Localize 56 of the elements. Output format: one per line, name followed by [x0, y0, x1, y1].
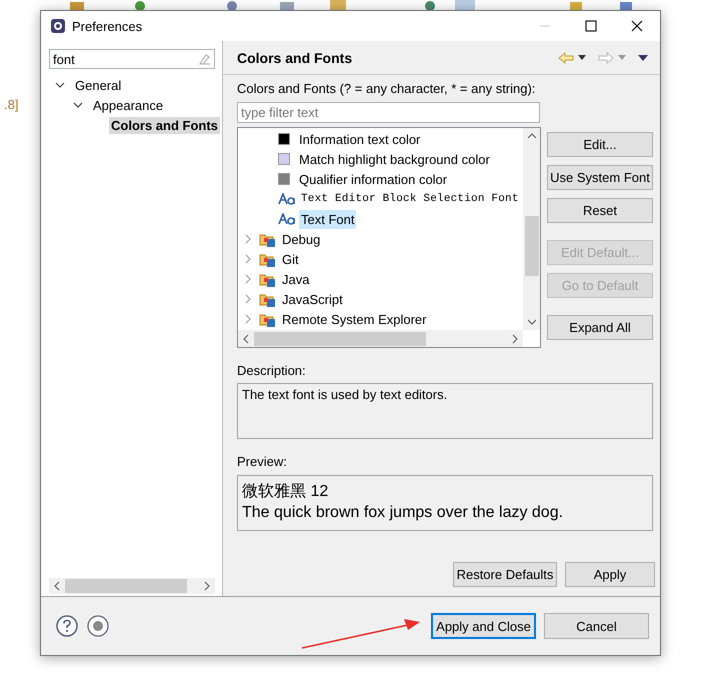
folder-icon — [259, 232, 276, 246]
folder-icon — [259, 312, 276, 326]
scrollbar-thumb[interactable] — [254, 332, 426, 346]
page-button[interactable]: Restore Defaults — [453, 562, 557, 587]
list-item[interactable]: Text Editor Block Selection Font — [299, 191, 519, 207]
list-item[interactable]: JavaScript — [280, 290, 345, 308]
description-text: The text font is used by text editors. — [242, 387, 448, 402]
dropdown-icon[interactable] — [578, 55, 586, 60]
side-button[interactable]: Expand All — [547, 315, 653, 340]
side-button[interactable]: Edit... — [547, 132, 653, 157]
scrollbar-thumb[interactable] — [65, 579, 187, 593]
search-field[interactable]: font — [49, 49, 215, 69]
side-button[interactable]: Use System Font — [547, 165, 653, 190]
side-button[interactable]: Reset — [547, 198, 653, 223]
list-item[interactable]: Git — [280, 250, 301, 268]
chevron-icon[interactable] — [73, 100, 83, 110]
page-button[interactable]: Apply — [565, 562, 655, 587]
vertical-scrollbar[interactable] — [523, 128, 540, 330]
filter-field[interactable]: type filter text — [237, 102, 540, 123]
dialog-button[interactable]: Apply and Close — [431, 613, 536, 639]
forward-arrow-icon[interactable] — [598, 52, 614, 64]
folder-icon — [259, 272, 276, 286]
tree-item[interactable]: Appearance — [91, 96, 166, 114]
horizontal-scrollbar[interactable] — [238, 330, 523, 347]
page-title: Colors and Fonts — [237, 50, 352, 66]
chevron-icon[interactable] — [55, 80, 65, 90]
font-icon — [278, 213, 296, 225]
tree-item[interactable]: Colors and Fonts — [109, 116, 220, 134]
list-item[interactable]: Qualifier information color — [297, 170, 450, 188]
editor-text: .8] — [4, 97, 18, 112]
list-item[interactable]: Information text color — [297, 130, 422, 148]
preview-text: The quick brown fox jumps over the lazy dog. — [242, 503, 564, 523]
dialog-button[interactable]: Cancel — [544, 613, 649, 639]
view-menu-icon[interactable] — [638, 54, 648, 60]
tree-item[interactable]: General — [73, 76, 124, 94]
close-icon[interactable] — [631, 20, 643, 32]
window-title: Preferences — [72, 18, 142, 34]
description-label: Description: — [237, 363, 307, 379]
help-icon[interactable] — [56, 615, 78, 637]
filter-label: Colors and Fonts (? = any character, * = any string): — [237, 81, 536, 97]
app-icon — [50, 18, 66, 34]
scrollbar-thumb[interactable] — [524, 216, 538, 276]
maximize-icon[interactable] — [585, 20, 597, 32]
preview-label: Preview: — [237, 454, 288, 470]
font-icon — [278, 193, 296, 205]
clear-icon[interactable] — [197, 53, 211, 65]
record-icon[interactable] — [87, 615, 109, 637]
preview-text: 微软雅黑 12 — [242, 482, 330, 502]
list-item[interactable]: Remote System Explorer — [280, 310, 428, 328]
folder-icon — [259, 252, 276, 266]
list-item[interactable]: Java — [280, 270, 312, 288]
list-item[interactable]: Text Font — [299, 210, 356, 228]
horizontal-scrollbar[interactable] — [49, 578, 215, 594]
list-item[interactable]: Match highlight background color — [297, 150, 492, 168]
list-item[interactable]: Debug — [280, 230, 322, 248]
folder-icon — [259, 292, 276, 306]
